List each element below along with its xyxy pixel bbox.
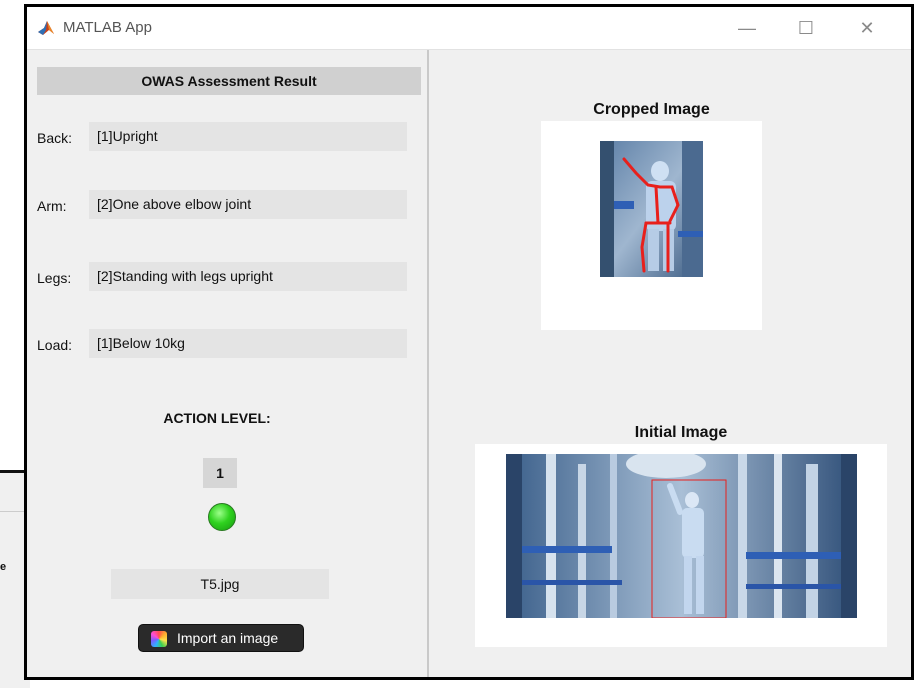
initial-image-title: Initial Image [634, 424, 728, 441]
filename-display: T5.jpg [111, 569, 329, 599]
arm-value: [2]One above elbow joint [89, 190, 407, 219]
matlab-icon [37, 19, 55, 37]
close-button[interactable]: ✕ [847, 15, 887, 41]
initial-image [506, 454, 857, 618]
result-header: OWAS Assessment Result [37, 67, 421, 95]
status-lamp [208, 503, 236, 531]
back-label: Back: [37, 130, 73, 146]
result-panel: OWAS Assessment Result Back: [1]Upright … [27, 50, 429, 677]
cropped-image [600, 141, 703, 277]
back-value: [1]Upright [89, 122, 407, 151]
minimize-button[interactable]: — [727, 15, 767, 41]
action-level-title: ACTION LEVEL: [163, 410, 271, 426]
maximize-icon: ☐ [797, 18, 815, 38]
import-button-label: Import an image [177, 630, 279, 646]
cropped-image-title: Cropped Image [593, 101, 710, 118]
maximize-button[interactable]: ☐ [786, 15, 826, 41]
title-bar[interactable]: MATLAB App — ☐ ✕ [27, 7, 911, 50]
initial-image-axes [475, 444, 887, 647]
app-window-frame: MATLAB App — ☐ ✕ OWAS Assessment Result … [24, 4, 914, 680]
cropped-image-axes [541, 121, 762, 330]
background-window-text: e [0, 561, 7, 573]
window-title: MATLAB App [63, 19, 152, 36]
close-icon: ✕ [859, 18, 875, 38]
arm-label: Arm: [37, 198, 67, 214]
minimize-icon: — [738, 18, 756, 38]
image-panel: Cropped Image Initial Image [429, 50, 911, 677]
legs-label: Legs: [37, 270, 72, 286]
load-label: Load: [37, 337, 73, 353]
app-window: MATLAB App — ☐ ✕ OWAS Assessment Result … [27, 7, 911, 677]
legs-value: [2]Standing with legs upright [89, 262, 407, 291]
load-value: [1]Below 10kg [89, 329, 407, 358]
import-image-button[interactable]: Import an image [138, 624, 304, 652]
photos-icon [151, 631, 167, 647]
action-level-value: 1 [203, 458, 237, 488]
